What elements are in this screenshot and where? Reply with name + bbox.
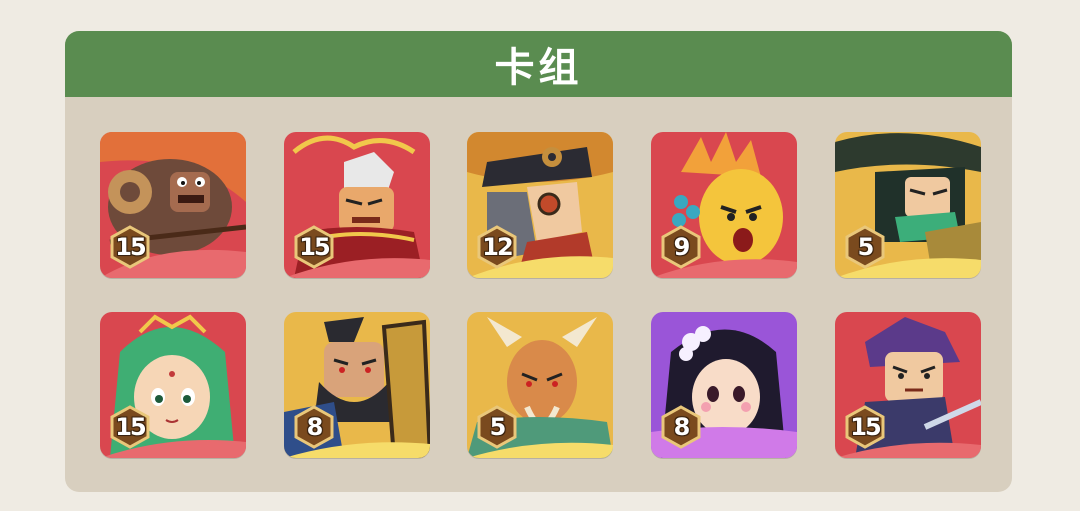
level-number: 9: [673, 233, 691, 261]
level-badge: 15: [108, 405, 152, 449]
hero-card-1[interactable]: 15: [100, 132, 246, 278]
deck-panel: 卡组 15 15 12 9 5 15 8 5 8 15: [65, 31, 1012, 492]
level-number: 8: [673, 413, 691, 441]
hero-card-5[interactable]: 5: [835, 132, 981, 278]
level-number: 8: [306, 413, 324, 441]
level-number: 15: [299, 233, 330, 261]
hero-card-10[interactable]: 15: [835, 312, 981, 458]
hero-card-2[interactable]: 15: [284, 132, 430, 278]
level-badge: 15: [292, 225, 336, 269]
level-number: 15: [115, 413, 146, 441]
level-number: 15: [115, 233, 146, 261]
level-badge: 12: [475, 225, 519, 269]
level-badge: 5: [843, 225, 887, 269]
level-badge: 8: [659, 405, 703, 449]
level-badge: 8: [292, 405, 336, 449]
card-grid: 15 15 12 9 5 15 8 5 8 15: [65, 31, 1012, 492]
level-number: 15: [850, 413, 881, 441]
hero-card-4[interactable]: 9: [651, 132, 797, 278]
level-badge: 15: [843, 405, 887, 449]
level-number: 5: [489, 413, 507, 441]
hero-card-6[interactable]: 15: [100, 312, 246, 458]
hero-card-9[interactable]: 8: [651, 312, 797, 458]
hero-card-7[interactable]: 8: [284, 312, 430, 458]
level-badge: 5: [475, 405, 519, 449]
hero-card-3[interactable]: 12: [467, 132, 613, 278]
hero-card-8[interactable]: 5: [467, 312, 613, 458]
level-number: 5: [857, 233, 875, 261]
level-badge: 15: [108, 225, 152, 269]
level-number: 12: [482, 233, 513, 261]
level-badge: 9: [659, 225, 703, 269]
